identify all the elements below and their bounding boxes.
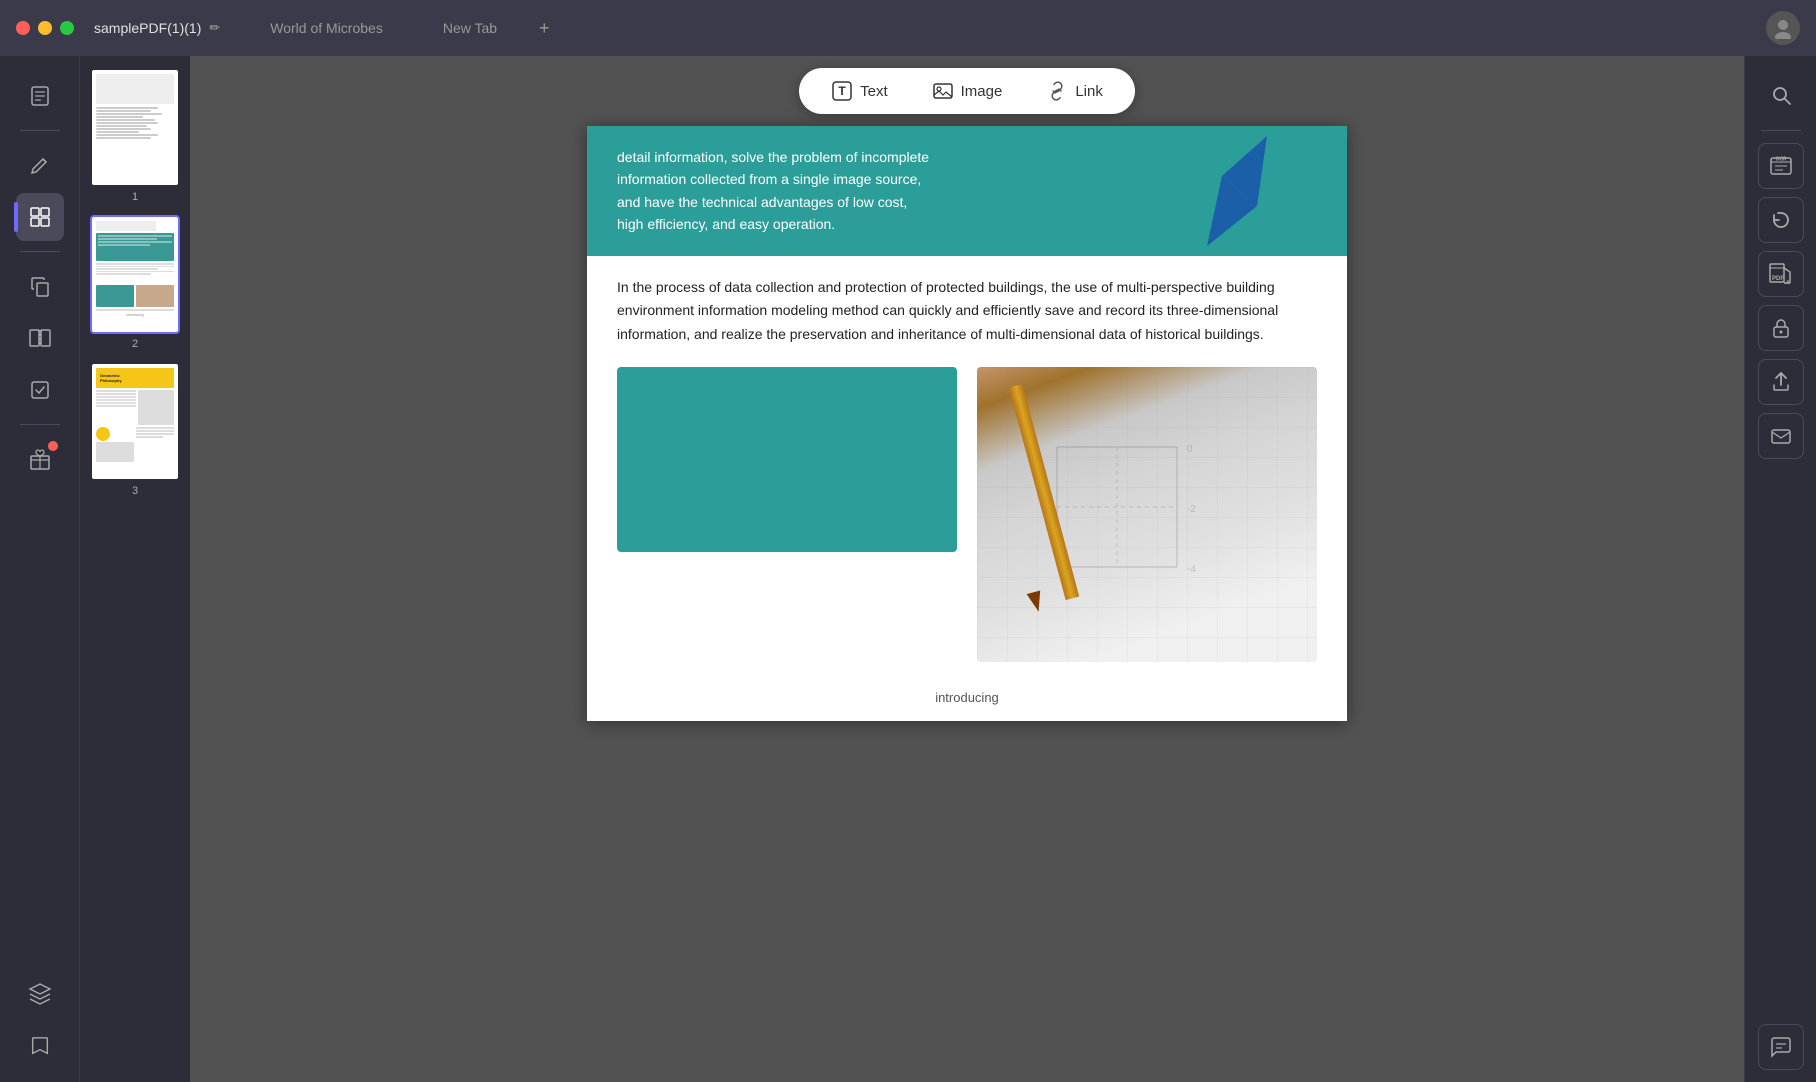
maximize-button[interactable] bbox=[60, 21, 74, 35]
thumb-page-number-3: 3 bbox=[132, 485, 138, 497]
thumb-img-1[interactable] bbox=[90, 68, 180, 187]
compare-icon bbox=[28, 326, 52, 350]
svg-text:A: A bbox=[1786, 280, 1790, 286]
page2-top-text: detail information, solve the problem of… bbox=[617, 146, 937, 236]
share-button[interactable] bbox=[1758, 359, 1804, 405]
thumbnail-page-3[interactable]: GeometricPhilosophy bbox=[88, 362, 182, 497]
copy-icon bbox=[28, 274, 52, 298]
thumbnail-panel: 1 bbox=[80, 56, 190, 1082]
divider-1 bbox=[20, 130, 60, 131]
rotate-button[interactable] bbox=[1758, 197, 1804, 243]
sign-icon bbox=[1770, 425, 1792, 447]
right-sidebar: OCR PDF A bbox=[1744, 56, 1816, 1082]
tab-new-tab[interactable]: New Tab bbox=[413, 0, 527, 56]
titlebar: samplePDF(1)(1) ✏ World of Microbes New … bbox=[0, 0, 1816, 56]
main-content: 1 bbox=[0, 56, 1816, 1082]
sidebar-item-reader[interactable] bbox=[16, 72, 64, 120]
svg-text:-2: -2 bbox=[1187, 504, 1196, 515]
reader-icon bbox=[28, 84, 52, 108]
layers-icon bbox=[28, 982, 52, 1006]
pdfa-icon: PDF A bbox=[1767, 260, 1795, 288]
share-icon bbox=[1770, 371, 1792, 393]
gift-icon bbox=[28, 447, 52, 471]
svg-text:PDF: PDF bbox=[1772, 276, 1784, 282]
link-tool-label: Link bbox=[1075, 83, 1103, 100]
minimize-button[interactable] bbox=[38, 21, 52, 35]
pdf-toolbar: T Text Image bbox=[190, 56, 1744, 126]
traffic-lights bbox=[0, 21, 74, 35]
annotate-icon bbox=[28, 153, 52, 177]
thumb-img-2[interactable]: introducing bbox=[90, 215, 180, 334]
pdf-page-2: detail information, solve the problem of… bbox=[587, 126, 1347, 721]
text-tool-button[interactable]: T Text bbox=[823, 76, 896, 106]
bookmark-icon bbox=[29, 1035, 51, 1057]
thumb-page-number-2: 2 bbox=[132, 338, 138, 350]
sidebar-item-forms[interactable] bbox=[16, 366, 64, 414]
lock-button[interactable] bbox=[1758, 305, 1804, 351]
sidebar-item-bookmark[interactable] bbox=[16, 1022, 64, 1070]
sidebar-item-copy[interactable] bbox=[16, 262, 64, 310]
pdf-viewer[interactable]: T Text Image bbox=[190, 56, 1744, 1082]
divider-2 bbox=[20, 251, 60, 252]
thumb-img-3[interactable]: GeometricPhilosophy bbox=[90, 362, 180, 481]
edit-icon[interactable]: ✏ bbox=[209, 20, 220, 36]
page2-arch-photo: 0 -2 -4 bbox=[977, 367, 1317, 662]
avatar-icon bbox=[1772, 17, 1794, 39]
svg-text:OCR: OCR bbox=[1775, 157, 1787, 163]
text-tool-label: Text bbox=[860, 83, 888, 100]
svg-text:0: 0 bbox=[1187, 444, 1193, 455]
caption-text: introducing bbox=[935, 690, 999, 705]
link-tool-button[interactable]: Link bbox=[1038, 76, 1111, 106]
sidebar-item-thumbnails[interactable] bbox=[16, 193, 64, 241]
rotate-icon bbox=[1770, 209, 1792, 231]
page2-caption: introducing bbox=[587, 682, 1347, 721]
thumb-page-number-1: 1 bbox=[132, 191, 138, 203]
titlebar-right bbox=[1766, 11, 1816, 45]
image-tool-icon bbox=[932, 80, 954, 102]
lock-icon bbox=[1770, 317, 1792, 339]
link-tool-icon bbox=[1046, 80, 1068, 102]
pdfa-button[interactable]: PDF A bbox=[1758, 251, 1804, 297]
notification-badge bbox=[48, 441, 58, 451]
thumbnail-icon bbox=[28, 205, 52, 229]
active-tab-label: samplePDF(1)(1) bbox=[94, 20, 201, 36]
avatar[interactable] bbox=[1766, 11, 1800, 45]
sidebar-item-layers[interactable] bbox=[16, 970, 64, 1018]
new-tab-button[interactable]: + bbox=[531, 14, 558, 43]
page2-teal-box bbox=[617, 367, 957, 552]
svg-text:T: T bbox=[838, 84, 846, 98]
ocr-button[interactable]: OCR bbox=[1758, 143, 1804, 189]
inactive-tabs: World of Microbes New Tab + bbox=[240, 0, 1766, 56]
sidebar-item-compare[interactable] bbox=[16, 314, 64, 362]
page2-description: In the process of data collection and pr… bbox=[587, 256, 1347, 367]
comment-icon bbox=[1770, 1036, 1792, 1058]
page2-bottom-grid: 0 -2 -4 bbox=[587, 367, 1347, 682]
image-tool-button[interactable]: Image bbox=[924, 76, 1011, 106]
toolbar-inner: T Text Image bbox=[799, 68, 1135, 114]
text-tool-icon: T bbox=[831, 80, 853, 102]
page2-top-banner: detail information, solve the problem of… bbox=[587, 126, 1347, 256]
sign-button[interactable] bbox=[1758, 413, 1804, 459]
sidebar-item-gift[interactable] bbox=[16, 435, 64, 483]
thumbnail-page-2[interactable]: introducing 2 bbox=[88, 215, 182, 350]
search-icon bbox=[1770, 84, 1792, 106]
divider-3 bbox=[20, 424, 60, 425]
active-tab[interactable]: samplePDF(1)(1) ✏ bbox=[74, 0, 240, 56]
close-button[interactable] bbox=[16, 21, 30, 35]
tab-world-of-microbes[interactable]: World of Microbes bbox=[240, 0, 413, 56]
active-indicator bbox=[14, 202, 18, 232]
forms-icon bbox=[28, 378, 52, 402]
arrow-decoration bbox=[1167, 126, 1297, 256]
page2-desc-text: In the process of data collection and pr… bbox=[617, 276, 1317, 347]
svg-text:-4: -4 bbox=[1187, 564, 1196, 575]
sidebar-item-annotate[interactable] bbox=[16, 141, 64, 189]
search-button[interactable] bbox=[1758, 72, 1804, 118]
thumbnail-page-1[interactable]: 1 bbox=[88, 68, 182, 203]
ocr-icon: OCR bbox=[1767, 152, 1795, 180]
left-sidebar bbox=[0, 56, 80, 1082]
image-tool-label: Image bbox=[961, 83, 1003, 100]
right-divider-1 bbox=[1761, 130, 1801, 131]
comment-button[interactable] bbox=[1758, 1024, 1804, 1070]
